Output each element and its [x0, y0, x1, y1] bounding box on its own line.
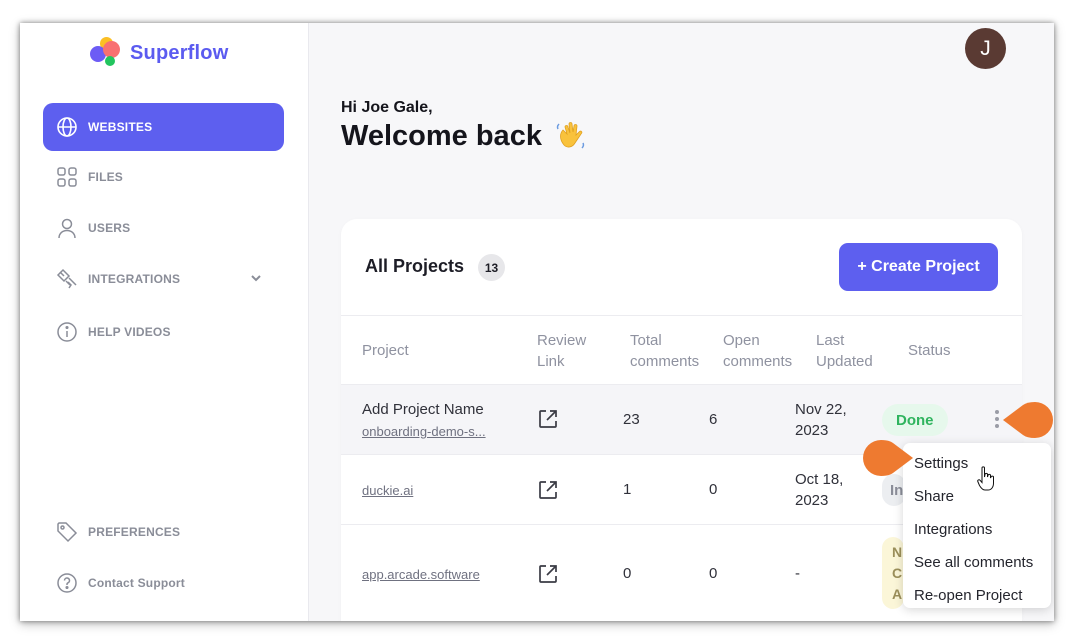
sidebar-item-label: WEBSITES [88, 120, 153, 134]
sidebar-item-files[interactable]: FILES [43, 153, 284, 201]
total-comments: 1 [623, 481, 632, 498]
column-header-status[interactable]: Status [908, 340, 951, 361]
external-link-icon[interactable] [537, 479, 559, 501]
menu-item-reopen-project[interactable]: Re-open Project [903, 579, 1051, 612]
total-comments: 23 [623, 411, 640, 428]
chevron-down-icon[interactable] [250, 271, 262, 289]
hand-cursor-icon [977, 466, 995, 492]
app-name: Superflow [130, 41, 229, 64]
status-badge: N C A [882, 537, 904, 609]
column-header-last-updated[interactable]: Last Updated [816, 330, 873, 372]
open-comments: 0 [709, 565, 718, 582]
total-comments: 0 [623, 565, 632, 582]
project-link[interactable]: onboarding-demo-s... [362, 424, 502, 439]
app-window: Superflow WEBSITES FILES USERS INTEGRATI [20, 23, 1054, 621]
welcome-text: Welcome back [341, 119, 542, 152]
menu-item-integrations[interactable]: Integrations [903, 513, 1051, 546]
tag-icon [56, 521, 78, 543]
menu-item-see-all-comments[interactable]: See all comments [903, 546, 1051, 579]
column-header-open-comments[interactable]: Open comments [723, 330, 792, 372]
tutorial-pointer-icon [1001, 402, 1053, 438]
status-badge: Done [882, 404, 948, 436]
sidebar-item-label: USERS [88, 221, 131, 235]
globe-icon [56, 116, 78, 138]
grid-icon [56, 166, 78, 188]
sidebar-item-label: FILES [88, 170, 124, 184]
sidebar-item-users[interactable]: USERS [43, 204, 284, 252]
sidebar-item-label: PREFERENCES [88, 525, 181, 539]
sidebar-item-contact-support[interactable]: Contact Support [43, 559, 284, 607]
sidebar-item-label: HELP VIDEOS [88, 325, 171, 339]
sidebar-item-preferences[interactable]: PREFERENCES [43, 508, 284, 556]
user-icon [56, 217, 78, 239]
open-comments: 6 [709, 411, 718, 428]
projects-count-badge: 13 [478, 254, 505, 281]
sidebar-item-label: Contact Support [88, 576, 185, 590]
sidebar: Superflow WEBSITES FILES USERS INTEGRATI [20, 23, 309, 621]
project-link[interactable]: app.arcade.software [362, 567, 512, 582]
superflow-logo-icon [90, 37, 126, 69]
sidebar-item-integrations[interactable]: INTEGRATIONS [43, 255, 284, 303]
logo[interactable]: Superflow [90, 37, 228, 69]
projects-title: All Projects [365, 256, 465, 276]
info-icon [56, 321, 78, 343]
sidebar-item-label: INTEGRATIONS [88, 272, 181, 286]
last-updated: Nov 22, 2023 [795, 401, 847, 439]
tutorial-pointer-icon [863, 440, 915, 476]
column-header-total-comments[interactable]: Total comments [630, 330, 699, 372]
sidebar-item-websites[interactable]: WEBSITES [43, 103, 284, 151]
column-header-review-link[interactable]: Review Link [537, 330, 586, 372]
more-options-icon[interactable] [994, 410, 1000, 432]
column-header-project[interactable]: Project [362, 340, 409, 361]
external-link-icon[interactable] [537, 563, 559, 585]
avatar[interactable]: J [965, 28, 1006, 69]
plug-icon [56, 268, 78, 290]
page-title: Welcome back [341, 119, 588, 153]
open-comments: 0 [709, 481, 718, 498]
project-link[interactable]: duckie.ai [362, 483, 502, 498]
last-updated: - [795, 565, 800, 582]
last-updated: Oct 18, 2023 [795, 471, 844, 509]
waving-hand-icon [554, 119, 588, 153]
sidebar-item-help-videos[interactable]: HELP VIDEOS [43, 308, 284, 356]
project-name[interactable]: Add Project Name [362, 401, 484, 418]
external-link-icon[interactable] [537, 408, 559, 430]
question-icon [56, 572, 78, 594]
create-project-button[interactable]: + Create Project [839, 243, 998, 291]
table-header: Project Review Link Total comments Open com… [341, 315, 1022, 385]
greeting: Hi Joe Gale, [341, 99, 433, 116]
